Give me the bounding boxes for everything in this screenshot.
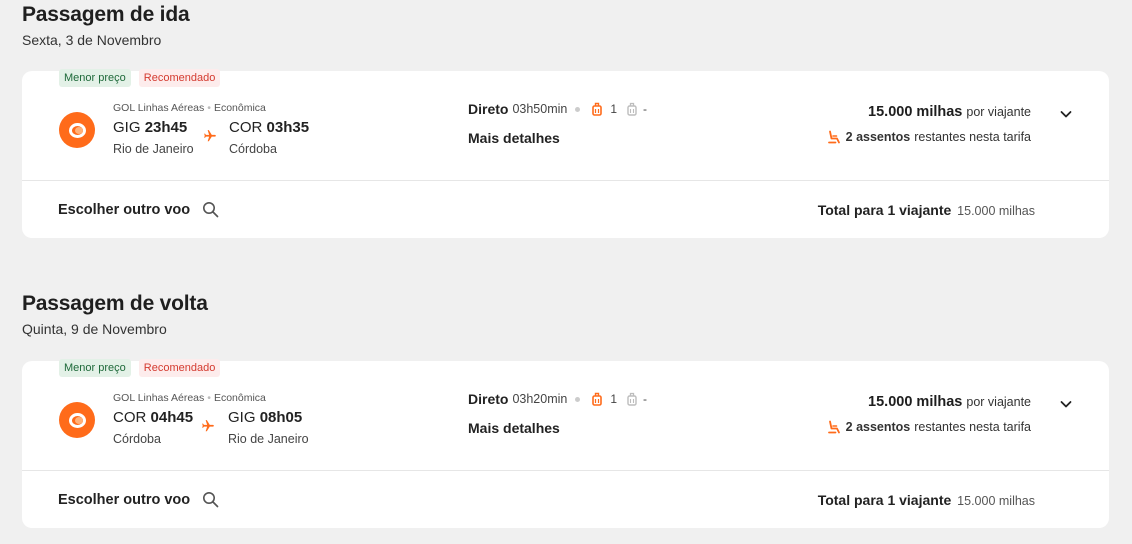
price-per: por viajante [966,395,1031,409]
destination-city: Rio de Janeiro [228,432,309,446]
checked-bag-value: - [643,102,648,116]
carry-on-count: 1 [610,102,618,116]
gol-logo-icon [59,402,95,438]
destination-time: 08h05 [259,409,303,426]
price: 15.000 milhas por viajante [868,394,1031,410]
choose-other-label: Escolher outro voo [58,491,191,508]
seats-text: restantes nesta tarifa [914,130,1031,144]
cheapest-badge: Menor preço [59,359,131,377]
carry-on-count: 1 [610,392,618,406]
destination-time: 03h35 [266,119,310,136]
duration: 03h20min [512,392,568,406]
airline-name: GOL Linhas Aéreas [113,392,205,404]
stops-label: Direto [468,101,509,117]
checked-bag: - [627,102,647,116]
cabin-class: Econômica [213,392,266,404]
carry-on-bag-icon [592,392,603,406]
separator-dot [575,396,581,402]
recommended-badge: Recomendado [138,359,221,377]
checked-bag: - [627,392,647,406]
search-icon [203,492,219,508]
carry-on-bag-icon [592,102,603,116]
inbound-section: Passagem de volta Quinta, 9 de Novembro [22,291,1109,338]
outbound-section: Passagem de ida Sexta, 3 de Novembro [22,2,1109,49]
seats-remaining: 2 assentos restantes nesta tarifa [827,130,1031,144]
flight-summary: Direto 03h20min 1 - [468,391,647,407]
origin-code: GIG [113,119,141,136]
destination-city: Córdoba [229,142,277,156]
origin-city: Rio de Janeiro [113,142,194,156]
cheapest-badge: Menor preço [59,69,131,87]
price-per: por viajante [966,105,1031,119]
origin-segment: GIG 23h45 Rio de Janeiro [113,119,194,156]
choose-other-flight-button[interactable]: Escolher outro voo [58,491,219,508]
airline-name: GOL Linhas Aéreas [113,102,205,114]
airline-info: GOL Linhas Aéreas • Econômica [113,102,266,114]
seat-icon [827,130,840,144]
price-miles: 15.000 milhas [868,394,963,410]
gol-logo-icon [59,112,95,148]
total-value: 15.000 milhas [957,494,1035,508]
total-value: 15.000 milhas [957,204,1035,218]
origin-segment: COR 04h45 Córdoba [113,409,193,446]
seats-count: 2 assentos [845,420,911,434]
chevron-down-icon[interactable] [1059,107,1073,121]
stops-label: Direto [468,391,509,407]
destination-segment: COR 03h35 Córdoba [229,119,309,156]
section-title: Passagem de volta [22,292,208,315]
origin-code: COR [113,409,147,426]
destination-segment: GIG 08h05 Rio de Janeiro [228,409,309,446]
price: 15.000 milhas por viajante [868,104,1031,120]
airplane-icon [203,129,217,143]
seats-text: restantes nesta tarifa [914,420,1031,434]
flight-summary: Direto 03h50min 1 - [468,101,647,117]
more-details-link[interactable]: Mais detalhes [468,130,560,146]
badge-group: Menor preço Recomendado [59,359,221,377]
seats-count: 2 assentos [845,130,911,144]
origin-city: Córdoba [113,432,161,446]
divider [22,470,1109,471]
destination-code: GIG [228,409,256,426]
total-label: Total para 1 viajante [817,492,952,508]
separator-dot [575,106,581,112]
flight-card: Menor preço Recomendado GOL Linhas Aérea… [22,69,1109,238]
choose-other-label: Escolher outro voo [58,201,191,218]
carry-on: 1 [592,102,617,116]
origin-time: 04h45 [150,409,194,426]
checked-bag-value: - [643,392,648,406]
airplane-icon [201,419,215,433]
price-miles: 15.000 milhas [868,104,963,120]
more-details-link[interactable]: Mais detalhes [468,420,560,436]
section-title: Passagem de ida [22,3,190,26]
section-date: Sexta, 3 de Novembro [22,32,162,48]
flight-card: Menor preço Recomendado GOL Linhas Aérea… [22,359,1109,528]
search-icon [203,202,219,218]
seats-remaining: 2 assentos restantes nesta tarifa [827,420,1031,434]
section-date: Quinta, 9 de Novembro [22,321,167,337]
airline-info: GOL Linhas Aéreas • Econômica [113,392,266,404]
divider [22,180,1109,181]
badge-group: Menor preço Recomendado [59,69,221,87]
cabin-class: Econômica [213,102,266,114]
checked-bag-icon [627,102,637,116]
seat-icon [827,420,840,434]
destination-code: COR [229,119,263,136]
carry-on: 1 [592,392,617,406]
total: Total para 1 viajante 15.000 milhas [818,492,1035,508]
choose-other-flight-button[interactable]: Escolher outro voo [58,201,219,218]
recommended-badge: Recomendado [138,69,221,87]
origin-time: 23h45 [144,119,188,136]
chevron-down-icon[interactable] [1059,397,1073,411]
total: Total para 1 viajante 15.000 milhas [818,202,1035,218]
duration: 03h50min [512,102,568,116]
checked-bag-icon [627,392,637,406]
total-label: Total para 1 viajante [817,202,952,218]
